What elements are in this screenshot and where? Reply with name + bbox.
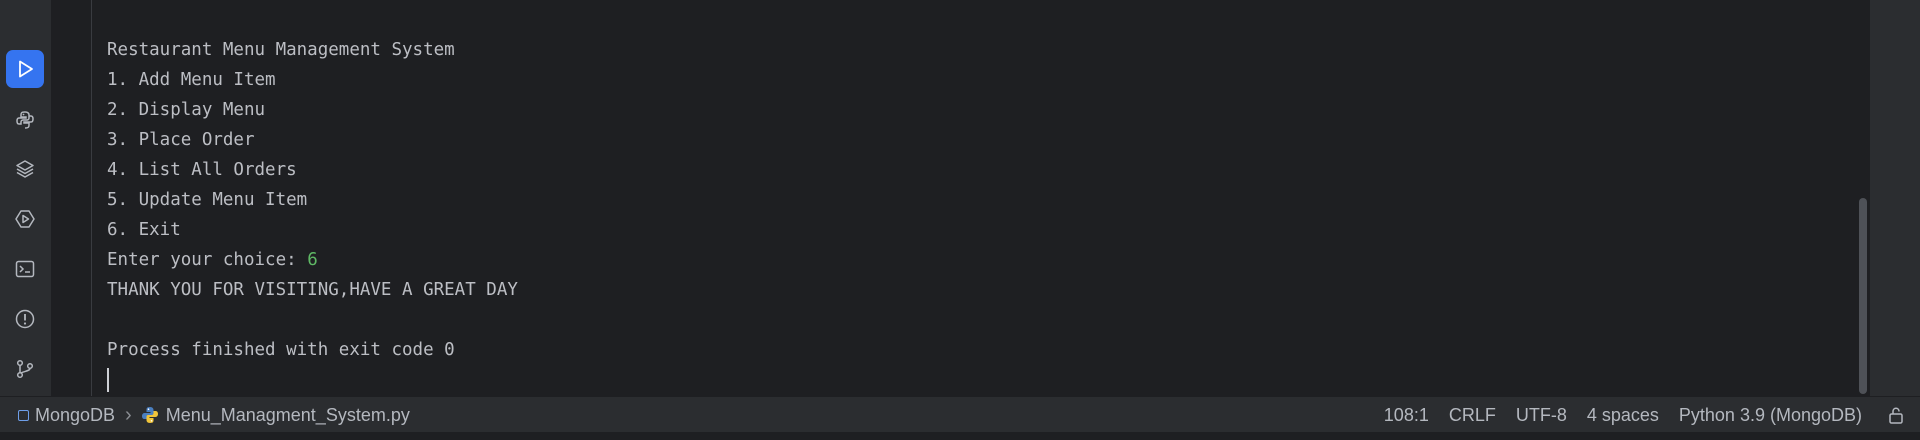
- lock-icon[interactable]: [1886, 405, 1906, 425]
- right-tool-strip: [1869, 0, 1920, 396]
- python-console-icon: [16, 111, 34, 129]
- text-caret: [107, 368, 109, 392]
- module-icon: [18, 409, 29, 421]
- services-tool-button[interactable]: [6, 200, 44, 238]
- python-console-tool-button[interactable]: [6, 101, 44, 139]
- console-line: 5. Update Menu Item: [107, 190, 308, 210]
- console-line: 6. Exit: [107, 220, 181, 240]
- python-file-icon: [141, 407, 158, 423]
- problems-icon: [15, 309, 35, 329]
- git-tool-button[interactable]: [6, 350, 44, 388]
- breadcrumb-file[interactable]: Menu_Managment_System.py: [166, 405, 410, 426]
- breadcrumb-project[interactable]: MongoDB: [35, 405, 115, 426]
- console-user-input: 6: [307, 250, 318, 270]
- status-widgets: 108:1 CRLF UTF-8 4 spaces Python 3.9 (Mo…: [1384, 397, 1920, 433]
- console-gutter: [52, 0, 92, 396]
- console-exit-line: Process finished with exit code 0: [107, 340, 455, 360]
- console-line: 4. List All Orders: [107, 160, 297, 180]
- console-farewell-line: THANK YOU FOR VISITING,HAVE A GREAT DAY: [107, 280, 518, 300]
- console-prompt-line: Enter your choice: 6: [107, 249, 318, 271]
- layers-tool-button[interactable]: [6, 150, 44, 188]
- terminal-tool-button[interactable]: [6, 250, 44, 288]
- run-icon: [19, 60, 33, 78]
- window-bottom-edge: [0, 432, 1920, 440]
- console-prompt: Enter your choice:: [107, 250, 308, 270]
- tool-window-strip: [6, 0, 52, 396]
- console-line: Restaurant Menu Management System: [107, 40, 455, 60]
- layers-icon: [16, 160, 34, 178]
- console-line: 1. Add Menu Item: [107, 70, 276, 90]
- vertical-scrollbar[interactable]: [1857, 0, 1869, 396]
- breadcrumb: MongoDB › Menu_Managment_System.py: [0, 404, 410, 427]
- caret-position[interactable]: 108:1: [1384, 405, 1429, 426]
- terminal-icon: [15, 260, 35, 278]
- python-interpreter[interactable]: Python 3.9 (MongoDB): [1679, 405, 1862, 426]
- console-line: 3. Place Order: [107, 130, 255, 150]
- file-encoding[interactable]: UTF-8: [1516, 405, 1567, 426]
- scrollbar-thumb[interactable]: [1859, 198, 1867, 394]
- indent-setting[interactable]: 4 spaces: [1587, 405, 1659, 426]
- git-icon: [16, 359, 34, 379]
- chevron-right-icon: ›: [125, 403, 132, 426]
- run-tool-button[interactable]: [6, 50, 44, 88]
- line-ending[interactable]: CRLF: [1449, 405, 1496, 426]
- console-line: 2. Display Menu: [107, 100, 266, 120]
- services-icon: [15, 210, 35, 228]
- status-bar: MongoDB › Menu_Managment_System.py 108:1…: [0, 396, 1920, 433]
- problems-tool-button[interactable]: [6, 300, 44, 338]
